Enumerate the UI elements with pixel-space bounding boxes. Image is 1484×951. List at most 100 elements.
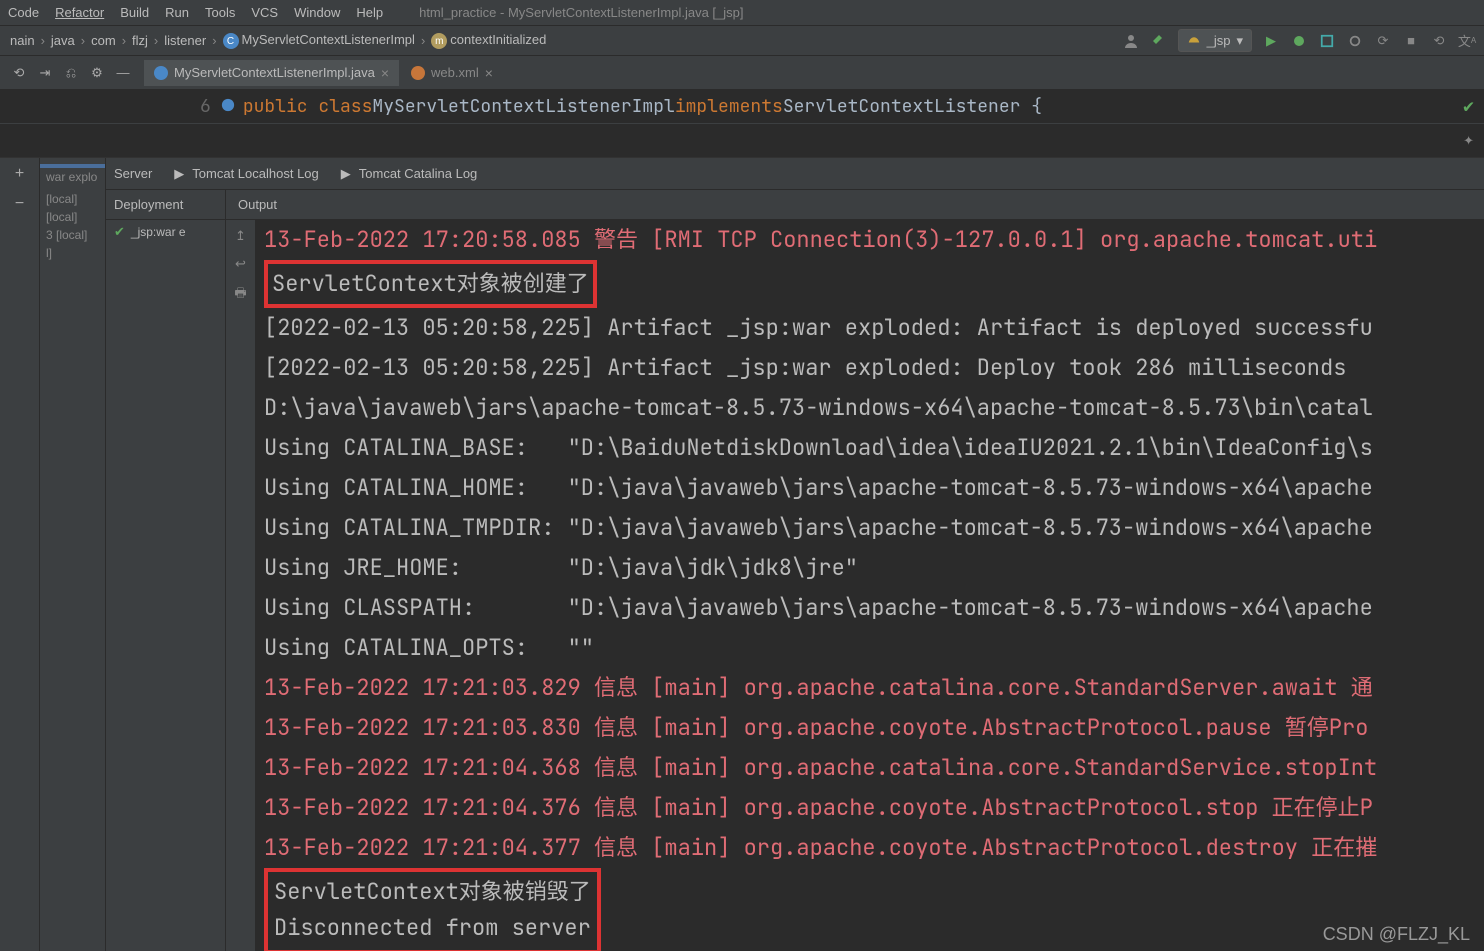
log-line: 13-Feb-2022 17:20:58.085 警告 [RMI TCP Con… [264, 220, 1476, 260]
gear-icon[interactable]: ⚙ [86, 62, 108, 84]
run-config-dropdown[interactable]: _jsp ▾ [1178, 29, 1252, 52]
arrow-up-icon[interactable]: ↥ [235, 228, 246, 244]
crumb-root[interactable]: nain [8, 33, 37, 48]
menu-help[interactable]: Help [356, 5, 383, 20]
log-icon: ▶ [172, 167, 186, 181]
menu-refactor[interactable]: Refactor [55, 5, 104, 20]
close-icon[interactable]: × [381, 65, 389, 81]
expand-icon[interactable]: ⎌ [60, 62, 82, 84]
menu-run[interactable]: Run [165, 5, 189, 20]
run-button[interactable]: ▶ [1262, 32, 1280, 50]
attach-icon[interactable]: ⟳ [1374, 32, 1392, 50]
breadcrumb: nain› java› com› flzj› listener› CMyServ… [8, 32, 548, 50]
log-line: Using CATALINA_HOME: "D:\java\javaweb\ja… [264, 468, 1476, 508]
menu-window[interactable]: Window [294, 5, 340, 20]
print-icon[interactable]: 🖶 [234, 284, 246, 306]
log-line: Using JRE_HOME: "D:\java\jdk\jdk8\jre" [264, 548, 1476, 588]
menu-vcs[interactable]: VCS [251, 5, 278, 20]
tab-catalina-log[interactable]: ▶ Tomcat Catalina Log [339, 166, 478, 181]
xml-file-icon [411, 66, 425, 80]
tree-item[interactable]: 3 [local] [40, 226, 105, 244]
chevron-down-icon: ▾ [1236, 33, 1243, 49]
tree-item[interactable]: [local] [40, 208, 105, 226]
remove-config-button[interactable]: − [10, 194, 30, 214]
highlighted-log-block: ServletContext对象被销毁了Disconnected from se… [264, 868, 601, 951]
deployment-list: ✔ _jsp:war e [106, 220, 226, 951]
log-line: D:\java\javaweb\jars\apache-tomcat-8.5.7… [264, 388, 1476, 428]
console-output[interactable]: 13-Feb-2022 17:20:58.085 警告 [RMI TCP Con… [256, 220, 1484, 951]
crumb-pkg[interactable]: flzj [130, 33, 150, 48]
hammer-icon[interactable] [1150, 32, 1168, 50]
log-line: 13-Feb-2022 17:21:04.376 信息 [main] org.a… [264, 788, 1476, 828]
menu-code[interactable]: Code [8, 5, 39, 20]
tree-item[interactable]: war explo [40, 168, 105, 186]
user-icon[interactable] [1122, 32, 1140, 50]
menubar: Code Refactor Build Run Tools VCS Window… [0, 0, 1484, 26]
deployment-header[interactable]: Deployment [106, 190, 226, 219]
tab-listener-java[interactable]: MyServletContextListenerImpl.java × [144, 60, 399, 86]
tree-item[interactable]: [local] [40, 190, 105, 208]
log-line: 13-Feb-2022 17:21:03.830 信息 [main] org.a… [264, 708, 1476, 748]
crumb-com[interactable]: com [89, 33, 118, 48]
crumb-class[interactable]: CMyServletContextListenerImpl [221, 32, 417, 50]
run-config-label: _jsp [1207, 33, 1231, 48]
log-line: [2022-02-13 05:20:58,225] Artifact _jsp:… [264, 348, 1476, 388]
coverage-icon[interactable] [1318, 32, 1336, 50]
tab-localhost-log[interactable]: ▶ Tomcat Localhost Log [172, 166, 318, 181]
debug-button[interactable] [1290, 32, 1308, 50]
window-title: html_practice - MyServletContextListener… [419, 5, 743, 20]
deployment-label: _jsp:war e [131, 225, 186, 239]
refresh-icon[interactable]: ⟲ [1430, 32, 1448, 50]
log-line: 13-Feb-2022 17:21:04.368 信息 [main] org.a… [264, 748, 1476, 788]
profiler-icon[interactable] [1346, 32, 1364, 50]
lower-pane: ✔ _jsp:war e ↥ ↩ 🖶 13-Feb-2022 17:20:58.… [106, 220, 1484, 951]
run-panel: Server ▶ Tomcat Localhost Log ▶ Tomcat C… [106, 158, 1484, 951]
class-icon: C [223, 33, 239, 49]
tab-web-xml[interactable]: web.xml × [401, 60, 503, 86]
output-header[interactable]: Output [226, 190, 277, 219]
left-tree-strip: war explo [local] [local] 3 [local] l] [40, 158, 106, 951]
log-line: Using CATALINA_TMPDIR: "D:\java\javaweb\… [264, 508, 1476, 548]
deployment-item[interactable]: ✔ _jsp:war e [106, 220, 225, 244]
crumb-java[interactable]: java [49, 33, 77, 48]
log-line: [2022-02-13 05:20:58,225] Artifact _jsp:… [264, 308, 1476, 348]
check-icon: ✔ [114, 224, 125, 240]
console-side-icons: ↥ ↩ 🖶 [226, 220, 256, 951]
toolbar-right: _jsp ▾ ▶ ⟳ ■ ⟲ 文A [1122, 29, 1476, 52]
close-icon[interactable]: × [485, 65, 493, 81]
menu-tools[interactable]: Tools [205, 5, 235, 20]
crumb-sub[interactable]: listener [162, 33, 208, 48]
log-line: 13-Feb-2022 17:21:04.377 信息 [main] org.a… [264, 828, 1476, 868]
tomcat-icon [1187, 32, 1201, 49]
back-icon[interactable]: ⟲ [8, 62, 30, 84]
watermark: CSDN @FLZJ_KL [1323, 924, 1470, 945]
add-config-button[interactable]: + [10, 164, 30, 184]
tab-label: MyServletContextListenerImpl.java [174, 65, 375, 80]
java-class-icon [154, 66, 168, 80]
log-line: Using CATALINA_BASE: "D:\BaiduNetdiskDow… [264, 428, 1476, 468]
crosshair-icon[interactable]: ✦ [1463, 133, 1474, 149]
tab-server[interactable]: Server [114, 166, 152, 181]
stop-icon[interactable]: ■ [1402, 32, 1420, 50]
editor-actions: ✦ [0, 124, 1484, 158]
tab-label: web.xml [431, 65, 479, 80]
gutter-toolbar: ⟲ ⇥ ⎌ ⚙ — MyServletContextListenerImpl.j… [0, 56, 1484, 90]
text-wrap-icon[interactable]: ↩ [235, 256, 246, 272]
crumb-method[interactable]: mcontextInitialized [429, 32, 548, 50]
main-layout: + − war explo [local] [local] 3 [local] … [0, 158, 1484, 951]
log-line: 13-Feb-2022 17:21:03.829 信息 [main] org.a… [264, 668, 1476, 708]
sub-header: Deployment Output [106, 190, 1484, 220]
tree-item[interactable]: l] [40, 244, 105, 262]
menu-build[interactable]: Build [120, 5, 149, 20]
log-line: ServletContext对象被创建了 [264, 260, 1476, 308]
collapse-icon[interactable]: ⇥ [34, 62, 56, 84]
translate-icon[interactable]: 文A [1458, 32, 1476, 50]
breadcrumb-bar: nain› java› com› flzj› listener› CMyServ… [0, 26, 1484, 56]
run-tabs: Server ▶ Tomcat Localhost Log ▶ Tomcat C… [106, 158, 1484, 190]
log-line: Using CLASSPATH: "D:\java\javaweb\jars\a… [264, 588, 1476, 628]
editor-tabs: MyServletContextListenerImpl.java × web.… [144, 60, 503, 86]
gutter-class-icon [221, 95, 235, 118]
editor-code-line[interactable]: 6 public class MyServletContextListenerI… [0, 90, 1484, 124]
hide-icon[interactable]: — [112, 62, 134, 84]
inspection-ok-icon[interactable]: ✔ [1463, 95, 1474, 118]
